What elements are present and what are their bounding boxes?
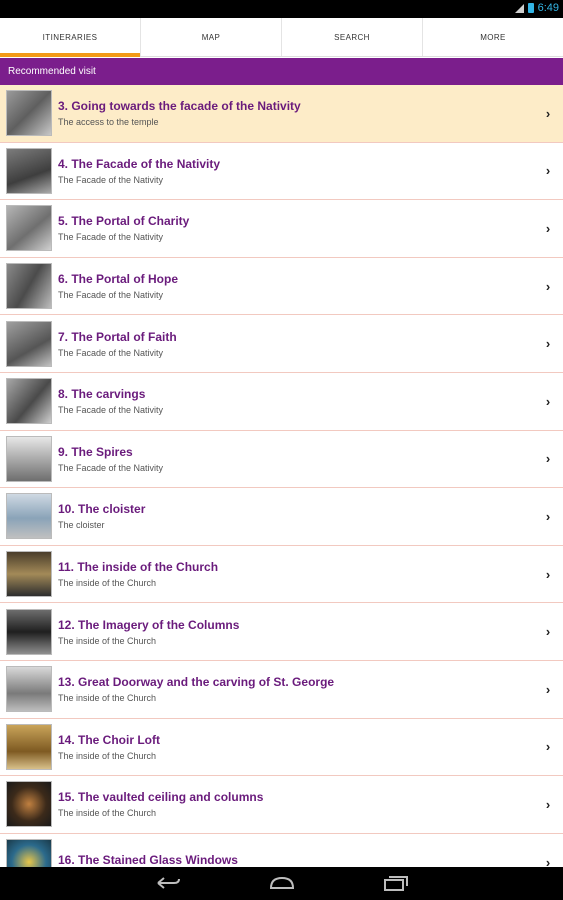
item-thumbnail	[6, 435, 52, 482]
item-thumbnail	[6, 723, 52, 770]
chevron-right-icon: ›	[545, 681, 551, 697]
tab-map[interactable]: MAP	[141, 18, 282, 56]
tab-itineraries[interactable]: ITINERARIES	[0, 18, 141, 57]
item-subtitle: The inside of the Church	[58, 635, 157, 646]
list-item[interactable]: 10. The cloister The cloister ›	[0, 488, 563, 546]
item-title: 15. The vaulted ceiling and columns	[58, 790, 264, 805]
item-thumbnail	[6, 666, 52, 713]
item-text: 15. The vaulted ceiling and columns The i…	[58, 790, 541, 818]
item-subtitle: The inside of the Church	[58, 750, 157, 761]
itinerary-list: 3. Going towards the facade of the Nativ…	[0, 85, 563, 867]
item-subtitle: The Facade of the Nativity	[58, 347, 164, 358]
item-text: 13. Great Doorway and the carving of St.…	[58, 675, 541, 703]
chevron-right-icon: ›	[545, 451, 551, 467]
list-item[interactable]: 8. The carvings The Facade of the Nativit…	[0, 372, 563, 431]
item-thumbnail	[6, 205, 52, 252]
item-title: 6. The Portal of Hope	[58, 272, 179, 287]
back-icon[interactable]	[154, 875, 182, 891]
navigation-bar	[0, 867, 563, 900]
item-thumbnail	[6, 90, 52, 137]
item-title: 3. Going towards the facade of the Nativ…	[58, 99, 301, 114]
item-subtitle: The Facade of the Nativity	[58, 405, 164, 416]
chevron-right-icon: ›	[545, 739, 551, 755]
item-thumbnail	[6, 378, 52, 425]
list-item[interactable]: 4. The Facade of the Nativity The Facade …	[0, 142, 563, 201]
chevron-right-icon: ›	[545, 220, 551, 236]
list-item[interactable]: 6. The Portal of Hope The Facade of the N…	[0, 257, 563, 316]
item-title: 11. The inside of the Church	[58, 560, 219, 575]
item-text: 4. The Facade of the Nativity The Facade …	[58, 157, 541, 185]
tab-more[interactable]: MORE	[423, 18, 563, 56]
item-thumbnail	[6, 493, 52, 540]
item-subtitle: The access to the temple	[58, 117, 159, 128]
list-item[interactable]: 5. The Portal of Charity The Facade of th…	[0, 200, 563, 258]
list-item[interactable]: 16. The Stained Glass Windows ›	[0, 833, 563, 867]
item-title: 5. The Portal of Charity	[58, 214, 190, 229]
item-text: 11. The inside of the Church The inside o…	[58, 560, 541, 588]
chevron-right-icon: ›	[545, 393, 551, 409]
item-subtitle: The inside of the Church	[58, 808, 157, 819]
list-item[interactable]: 14. The Choir Loft The inside of the Chur…	[0, 718, 563, 777]
item-subtitle: The inside of the Church	[58, 578, 157, 589]
item-text: 5. The Portal of Charity The Facade of th…	[58, 214, 541, 242]
tab-bar: ITINERARIES MAP SEARCH MORE	[0, 18, 563, 57]
item-title: 14. The Choir Loft	[58, 732, 160, 747]
section-header: Recommended visit	[0, 58, 563, 85]
item-text: 8. The carvings The Facade of the Nativit…	[58, 387, 541, 415]
item-thumbnail	[6, 551, 52, 598]
item-text: 6. The Portal of Hope The Facade of the N…	[58, 272, 541, 300]
item-subtitle: The inside of the Church	[58, 693, 157, 704]
chevron-right-icon: ›	[545, 854, 551, 867]
status-bar: 6:49	[0, 0, 563, 18]
item-title: 7. The Portal of Faith	[58, 329, 177, 344]
status-icons: 6:49	[514, 2, 559, 14]
item-subtitle: The Facade of the Nativity	[58, 232, 164, 243]
chevron-right-icon: ›	[545, 163, 551, 179]
item-text: 3. Going towards the facade of the Nativ…	[58, 99, 541, 127]
item-title: 12. The Imagery of the Columns	[58, 617, 240, 632]
signal-icon	[514, 3, 524, 13]
chevron-right-icon: ›	[545, 105, 551, 121]
item-title: 16. The Stained Glass Windows	[58, 853, 238, 867]
item-title: 9. The Spires	[58, 444, 133, 459]
item-thumbnail	[6, 608, 52, 655]
battery-icon	[527, 3, 534, 13]
list-item[interactable]: 13. Great Doorway and the carving of St.…	[0, 660, 563, 719]
list-item[interactable]: 11. The inside of the Church The inside o…	[0, 545, 563, 604]
item-title: 10. The cloister	[58, 502, 146, 517]
item-title: 13. Great Doorway and the carving of St.…	[58, 675, 335, 690]
list-item[interactable]: 7. The Portal of Faith The Facade of the …	[0, 315, 563, 373]
item-thumbnail	[6, 147, 52, 194]
chevron-right-icon: ›	[545, 278, 551, 294]
item-thumbnail	[6, 263, 52, 310]
item-text: 12. The Imagery of the Columns The inside…	[58, 618, 541, 646]
home-icon[interactable]	[268, 875, 296, 891]
item-thumbnail	[6, 781, 52, 828]
chevron-right-icon: ›	[545, 566, 551, 582]
chevron-right-icon: ›	[545, 796, 551, 812]
chevron-right-icon: ›	[545, 624, 551, 640]
list-item[interactable]: 15. The vaulted ceiling and columns The i…	[0, 776, 563, 834]
item-text: 9. The Spires The Facade of the Nativity	[58, 445, 541, 473]
chevron-right-icon: ›	[545, 508, 551, 524]
item-title: 8. The carvings	[58, 387, 146, 402]
item-thumbnail	[6, 320, 52, 367]
item-subtitle: The Facade of the Nativity	[58, 290, 164, 301]
status-time: 6:49	[537, 2, 559, 14]
list-item[interactable]: 3. Going towards the facade of the Nativ…	[0, 85, 563, 143]
item-text: 16. The Stained Glass Windows	[58, 853, 541, 867]
recent-apps-icon[interactable]	[382, 875, 410, 891]
item-text: 14. The Choir Loft The inside of the Chur…	[58, 733, 541, 761]
tab-search[interactable]: SEARCH	[282, 18, 423, 56]
item-text: 7. The Portal of Faith The Facade of the …	[58, 330, 541, 358]
item-title: 4. The Facade of the Nativity	[58, 156, 221, 171]
item-thumbnail	[6, 839, 52, 867]
item-text: 10. The cloister The cloister	[58, 502, 541, 530]
chevron-right-icon: ›	[545, 336, 551, 352]
list-item[interactable]: 9. The Spires The Facade of the Nativity ›	[0, 430, 563, 489]
item-subtitle: The Facade of the Nativity	[58, 462, 164, 473]
item-subtitle: The Facade of the Nativity	[58, 174, 164, 185]
list-item[interactable]: 12. The Imagery of the Columns The inside…	[0, 603, 563, 661]
item-subtitle: The cloister	[58, 520, 105, 531]
